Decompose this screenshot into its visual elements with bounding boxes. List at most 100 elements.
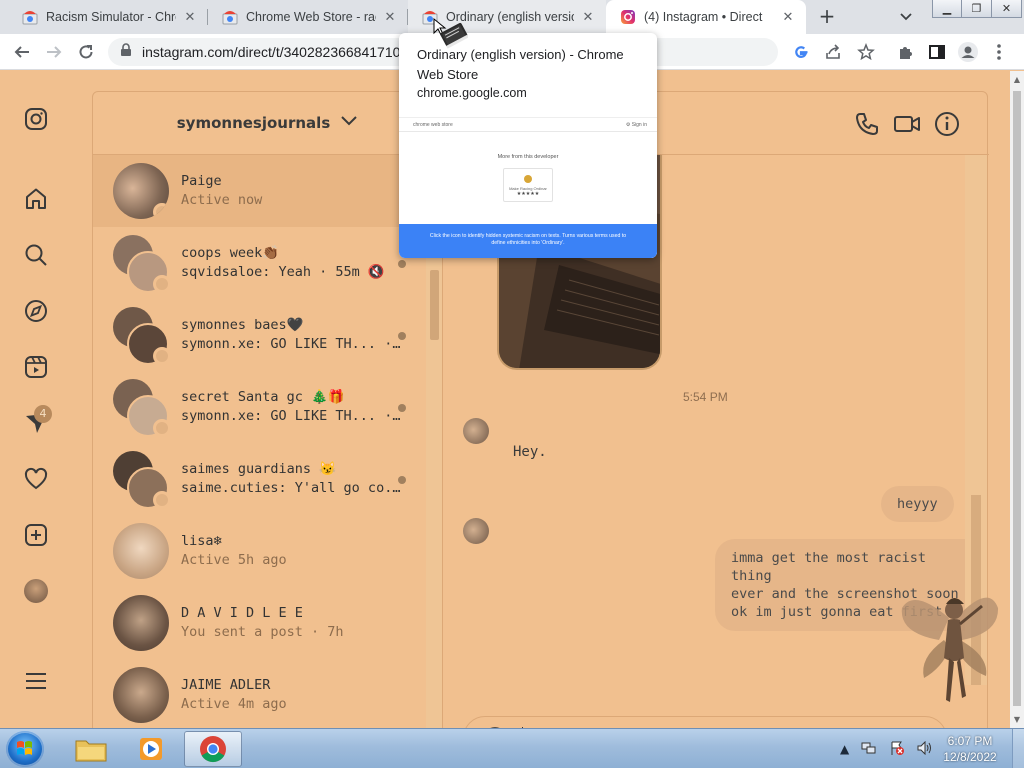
conversation-item[interactable]: lisa❄ Active 5h ago [93, 515, 426, 587]
network-icon[interactable] [861, 741, 877, 758]
conversation-last-message: saime.cuties: Y'all go co... · 4h [181, 480, 406, 496]
more-menu-icon[interactable] [22, 667, 50, 695]
outgoing-message[interactable]: heyyy [881, 486, 954, 522]
conversation-last-message: sqvidsaloe: Yeah · 55m 🔇 [181, 264, 385, 280]
tab-close-icon[interactable]: ✕ [382, 9, 398, 25]
avatar [113, 163, 169, 219]
url-text: instagram.com/direct/t/340282366841710 [142, 44, 401, 60]
message-timestamp: 5:54 PM [683, 390, 728, 404]
lock-icon[interactable] [120, 43, 132, 61]
extensions-puzzle-icon[interactable] [895, 41, 917, 63]
google-chrome-taskbar-icon[interactable] [184, 731, 242, 767]
close-window-button[interactable]: ✕ [992, 0, 1022, 18]
heart-notifications-icon[interactable] [22, 465, 50, 493]
bookmark-star-icon[interactable] [855, 41, 877, 63]
group-avatar [113, 307, 171, 365]
create-plus-icon[interactable] [22, 521, 50, 549]
unread-dot [398, 404, 406, 412]
window-controls: ▁ ❐ ✕ [932, 0, 1022, 18]
chrome-web-store-icon [22, 9, 38, 25]
explore-compass-icon[interactable] [22, 297, 50, 325]
conversation-item[interactable]: coops week👏🏾 sqvidsaloe: Yeah · 55m 🔇 [93, 227, 426, 299]
start-button[interactable] [6, 731, 44, 767]
tab-strip: Racism Simulator - Chrome Web Store ✕ Ch… [0, 0, 1024, 34]
tab-close-icon[interactable]: ✕ [182, 9, 198, 25]
video-call-icon[interactable] [893, 110, 921, 138]
conversation-item[interactable]: JAIME ADLER Active 4m ago [93, 659, 426, 728]
conversation-last-message: symonn.xe: GO LIKE TH... · 3h [181, 336, 406, 352]
tab-instagram-direct[interactable]: (4) Instagram • Direct ✕ [606, 0, 806, 34]
page-scrollbar[interactable]: ▲ ▼ [1010, 71, 1024, 728]
scroll-up-arrow-icon[interactable]: ▲ [1010, 73, 1024, 87]
chevron-down-icon[interactable] [340, 115, 358, 131]
minimize-button[interactable]: ▁ [932, 0, 962, 18]
windows-explorer-taskbar-icon[interactable] [62, 731, 120, 767]
hover-card-domain: chrome.google.com [417, 86, 527, 100]
conversation-status: Active now [181, 192, 263, 208]
conversation-info-icon[interactable] [933, 110, 961, 138]
account-switcher[interactable]: symonnesjournals [93, 92, 443, 155]
conversation-name: lisa❄ [181, 533, 222, 549]
preview-description-banner: Click the icon to identify hidden system… [399, 224, 657, 258]
action-center-flag-icon[interactable] [889, 740, 905, 759]
media-player-taskbar-icon[interactable] [122, 731, 180, 767]
sender-avatar[interactable] [463, 518, 489, 544]
conversation-item[interactable]: D A V I D L E E You sent a post · 7h [93, 587, 426, 659]
profile-avatar[interactable] [22, 577, 50, 605]
account-username: symonnesjournals [176, 114, 331, 132]
reload-icon[interactable] [74, 40, 98, 64]
group-avatar [113, 379, 171, 437]
extension-icon [524, 175, 532, 183]
page-scrollbar-thumb[interactable] [1013, 91, 1021, 706]
show-hidden-icons-arrow-icon[interactable]: ▲ [840, 742, 849, 756]
tab-hover-card: Ordinary (english version) - Chrome Web … [399, 33, 657, 258]
conversation-name: D A V I D L E E [181, 605, 303, 621]
conversation-item[interactable]: symonnes baes🖤 symonn.xe: GO LIKE TH... … [93, 299, 426, 371]
incoming-message[interactable]: Hey. [513, 444, 547, 460]
scroll-down-arrow-icon[interactable]: ▼ [1010, 713, 1024, 727]
taskbar-clock[interactable]: 6:07 PM 12/8/2022 [930, 733, 1010, 765]
reels-icon[interactable] [22, 353, 50, 381]
sender-avatar[interactable] [463, 418, 489, 444]
tab-close-icon[interactable]: ✕ [780, 9, 796, 25]
home-icon[interactable] [22, 185, 50, 213]
unread-dot [398, 476, 406, 484]
conversation-item[interactable]: Paige Active now [93, 155, 426, 227]
instagram-logo-icon[interactable] [22, 105, 50, 133]
share-icon[interactable] [822, 41, 844, 63]
conversation-item[interactable]: saimes guardians 😼 saime.cuties: Y'all g… [93, 443, 426, 515]
kebab-menu-icon[interactable] [988, 41, 1010, 63]
chrome-web-store-icon [222, 9, 238, 25]
tab-chrome-web-store-racism[interactable]: Chrome Web Store - racism ✕ [208, 0, 408, 34]
conversation-name: coops week👏🏾 [181, 245, 280, 261]
side-panel-icon[interactable] [926, 41, 948, 63]
book-cursor-icon [432, 17, 469, 51]
back-arrow-icon[interactable] [10, 40, 34, 64]
show-desktop-button[interactable] [1012, 729, 1024, 768]
new-tab-button[interactable]: + [814, 5, 840, 29]
group-avatar [113, 235, 171, 293]
avatar [113, 667, 169, 723]
conversation-item[interactable]: secret Santa gc 🎄🎁 symonn.xe: GO LIKE TH… [93, 371, 426, 443]
forward-arrow-icon[interactable] [42, 40, 66, 64]
unread-messages-badge: 4 [34, 405, 52, 423]
conversation-name: secret Santa gc 🎄🎁 [181, 389, 345, 405]
windows-taskbar: ▲ 6:07 PM 12/8/2022 [0, 728, 1024, 768]
profile-icon[interactable] [957, 41, 979, 63]
instagram-sidebar-nav: 4 [0, 71, 72, 728]
unread-dot [398, 332, 406, 340]
google-icon[interactable] [790, 41, 812, 63]
tab-racism-simulator[interactable]: Racism Simulator - Chrome Web Store ✕ [8, 0, 208, 34]
tab-close-icon[interactable]: ✕ [580, 9, 596, 25]
conversation-name: Paige [181, 173, 222, 189]
instagram-icon [620, 9, 636, 25]
phone-call-icon[interactable] [853, 110, 881, 138]
tab-search-chevron-icon[interactable] [896, 7, 916, 27]
search-icon[interactable] [22, 241, 50, 269]
conversation-name: saimes guardians 😼 [181, 461, 336, 477]
conversation-last-message: symonn.xe: GO LIKE TH... · 3h [181, 408, 406, 424]
preview-more-from-developer: More from this developer [497, 154, 559, 160]
maximize-button[interactable]: ❐ [962, 0, 992, 18]
group-avatar [113, 451, 171, 509]
conversation-status: Active 4m ago [181, 696, 287, 712]
